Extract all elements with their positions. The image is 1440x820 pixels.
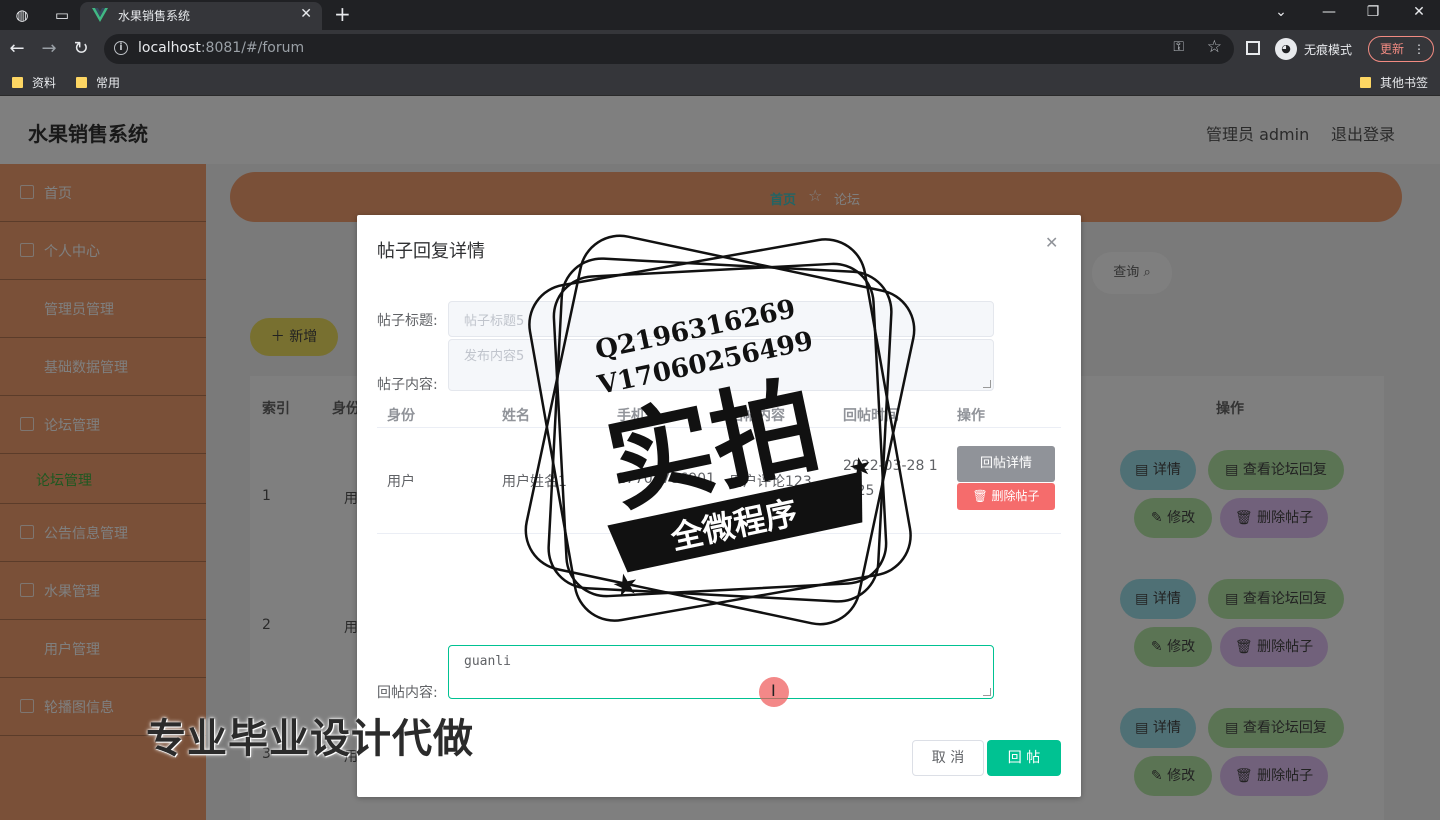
folder-icon — [1360, 77, 1371, 88]
star-icon: ★ — [846, 451, 875, 485]
url-input[interactable]: i localhost:8081/#/forum ⚿ ☆ — [104, 34, 1234, 64]
url-path: :8081/#/forum — [200, 40, 305, 56]
incognito-icon[interactable]: ◕ — [1275, 38, 1297, 60]
submit-reply-button[interactable]: 回 帖 — [987, 740, 1061, 776]
vue-logo-icon — [92, 8, 108, 22]
bookmark-star-icon[interactable]: ☆ — [1207, 37, 1222, 57]
restore-icon[interactable]: ❐ — [1358, 4, 1388, 20]
key-icon[interactable]: ⚿ — [1173, 39, 1184, 55]
post-title-label: 帖子标题: — [377, 313, 438, 329]
resize-handle-icon[interactable] — [983, 688, 991, 696]
tab-search-icon[interactable]: ⌄ — [1266, 4, 1296, 20]
watermark-bottom: 专业毕业设计代做 — [146, 716, 474, 762]
url-host: localhost — [138, 40, 201, 56]
menu-dots-icon[interactable]: ⋮ — [1413, 37, 1425, 61]
folder-icon — [12, 77, 23, 88]
update-button[interactable]: 更新 ⋮ — [1368, 36, 1434, 62]
watermark-stamp: Q2196316269 V17060256499 实拍 全微程序 ★ ★ — [524, 234, 916, 626]
mouse-cursor-indicator: I — [759, 677, 789, 707]
tab-close-icon[interactable]: ✕ — [300, 6, 312, 22]
site-info-icon[interactable]: i — [114, 41, 128, 55]
post-content-label: 帖子内容: — [377, 377, 438, 393]
reply-detail-button[interactable]: 回帖详情 — [957, 446, 1055, 482]
back-icon[interactable]: ← — [6, 38, 28, 59]
folder-icon — [76, 77, 87, 88]
other-bookmarks[interactable]: 其他书签 — [1360, 74, 1428, 91]
star-icon: ★ — [609, 566, 643, 606]
reply-identity: 用户 — [387, 474, 415, 490]
minimize-icon[interactable]: — — [1314, 4, 1344, 20]
dialog-title: 帖子回复详情 — [377, 241, 485, 262]
reload-icon[interactable]: ↻ — [70, 38, 92, 59]
incognito-label: 无痕模式 — [1304, 43, 1353, 57]
browser-tab[interactable]: 水果销售系统 ✕ — [80, 2, 322, 30]
cancel-button[interactable]: 取 消 — [912, 740, 984, 776]
tab-title: 水果销售系统 — [118, 9, 191, 23]
reply-content-label: 回帖内容: — [377, 685, 438, 701]
new-tab-icon[interactable]: + — [334, 2, 351, 26]
column-header-identity: 身份 — [387, 408, 415, 424]
bookmarks-bar: 资料 常用 其他书签 — [0, 68, 1440, 96]
column-header-actions: 操作 — [957, 408, 985, 424]
reply-content-textarea[interactable]: guanli — [448, 645, 994, 699]
delete-post-button[interactable]: 🗑 删除帖子 — [957, 483, 1055, 510]
globe-icon[interactable]: ◍ — [12, 5, 32, 25]
text-cursor-icon: I — [771, 681, 776, 700]
update-label: 更新 — [1380, 42, 1405, 56]
browser-tab-bar: ◍ ▭ 水果销售系统 ✕ + ⌄ — ❐ ✕ — [0, 0, 1440, 30]
forward-icon[interactable]: → — [38, 38, 60, 59]
window-close-icon[interactable]: ✕ — [1404, 4, 1434, 20]
resize-handle-icon[interactable] — [983, 380, 991, 388]
close-icon[interactable]: ✕ — [1045, 233, 1058, 252]
address-bar-row: ← → ↻ i localhost:8081/#/forum ⚿ ☆ — [0, 30, 1440, 68]
window-icon[interactable]: ▭ — [52, 5, 72, 25]
bookmark-folder[interactable]: 常用 — [76, 74, 120, 91]
side-panel-icon[interactable] — [1246, 41, 1260, 55]
bookmark-folder[interactable]: 资料 — [12, 74, 56, 91]
